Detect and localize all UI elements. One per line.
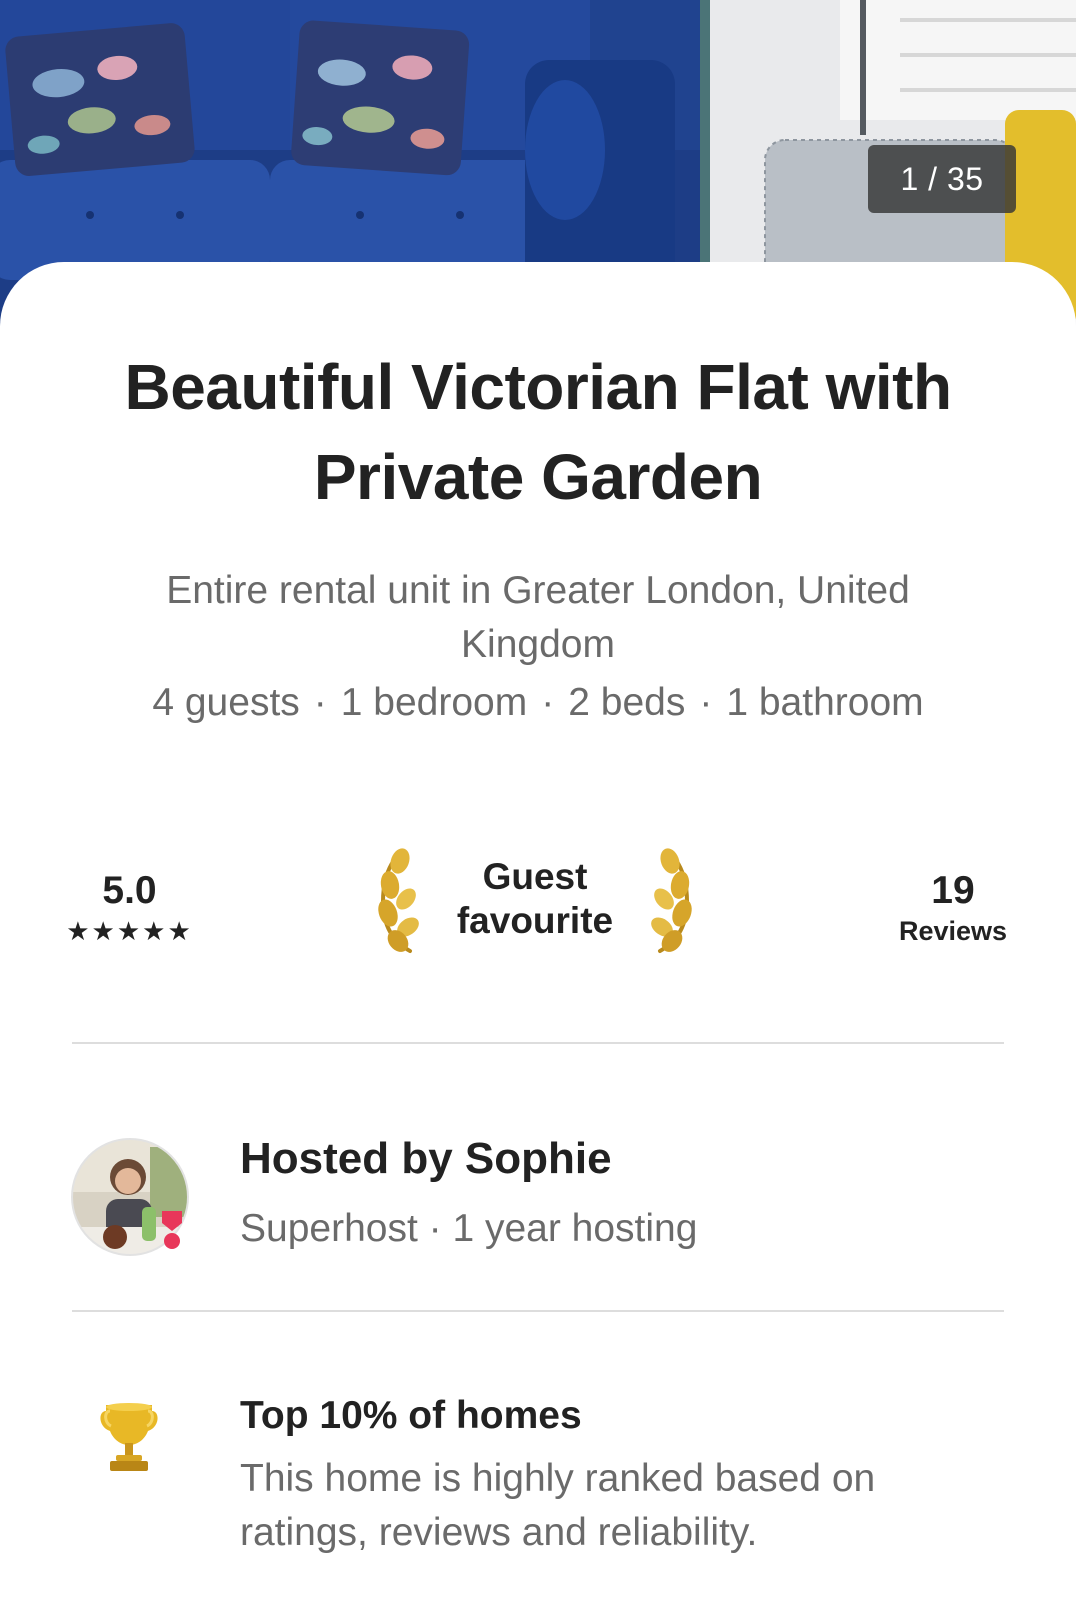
rating-value: 5.0 — [102, 869, 157, 912]
listing-subtitle: Entire rental unit in Greater London, Un… — [166, 569, 910, 666]
host-name[interactable]: Hosted by Sophie — [240, 1132, 612, 1186]
guest-count: 4 guests — [152, 681, 300, 724]
separator: · — [541, 681, 555, 724]
badge-line-2: favourite — [456, 900, 614, 941]
separator: · — [699, 681, 713, 724]
bed-count: 2 beds — [568, 681, 686, 724]
reviews-label: Reviews — [898, 916, 1008, 946]
highlight-description: This home is highly ranked based on rati… — [240, 1457, 876, 1554]
guest-favourite-label: Guest favourite — [426, 855, 644, 943]
reviews-summary[interactable]: 19 Reviews — [868, 868, 1038, 948]
laurel-right-icon — [651, 848, 692, 953]
divider — [72, 1310, 1004, 1312]
divider — [72, 1042, 1004, 1044]
badge-line-1: Guest — [482, 856, 588, 897]
laurel-left-icon — [378, 848, 419, 953]
host-meta: Superhost · 1 year hosting — [240, 1207, 698, 1250]
separator: · — [313, 681, 327, 724]
highlight-title: Top 10% of homes — [240, 1394, 582, 1437]
listing-details: 4 guests · 1 bedroom · 2 beds · 1 bathroom — [40, 676, 1036, 730]
trophy-icon — [100, 1403, 158, 1471]
rating-summary[interactable]: 5.0 ★★★★★ — [52, 868, 207, 948]
review-count: 19 — [931, 869, 975, 912]
host-avatar[interactable] — [70, 1137, 192, 1259]
listing-title: Beautiful Victorian Flat with Private Ga… — [124, 351, 952, 513]
guest-favourite-badge[interactable]: Guest favourite — [370, 847, 700, 957]
bathroom-count: 1 bathroom — [726, 681, 924, 724]
star-rating-icon: ★★★★★ — [66, 916, 193, 946]
bedroom-count: 1 bedroom — [340, 681, 528, 724]
photo-counter: 1 / 35 — [868, 145, 1016, 213]
listing-details-sheet: Beautiful Victorian Flat with Private Ga… — [0, 262, 1076, 1600]
